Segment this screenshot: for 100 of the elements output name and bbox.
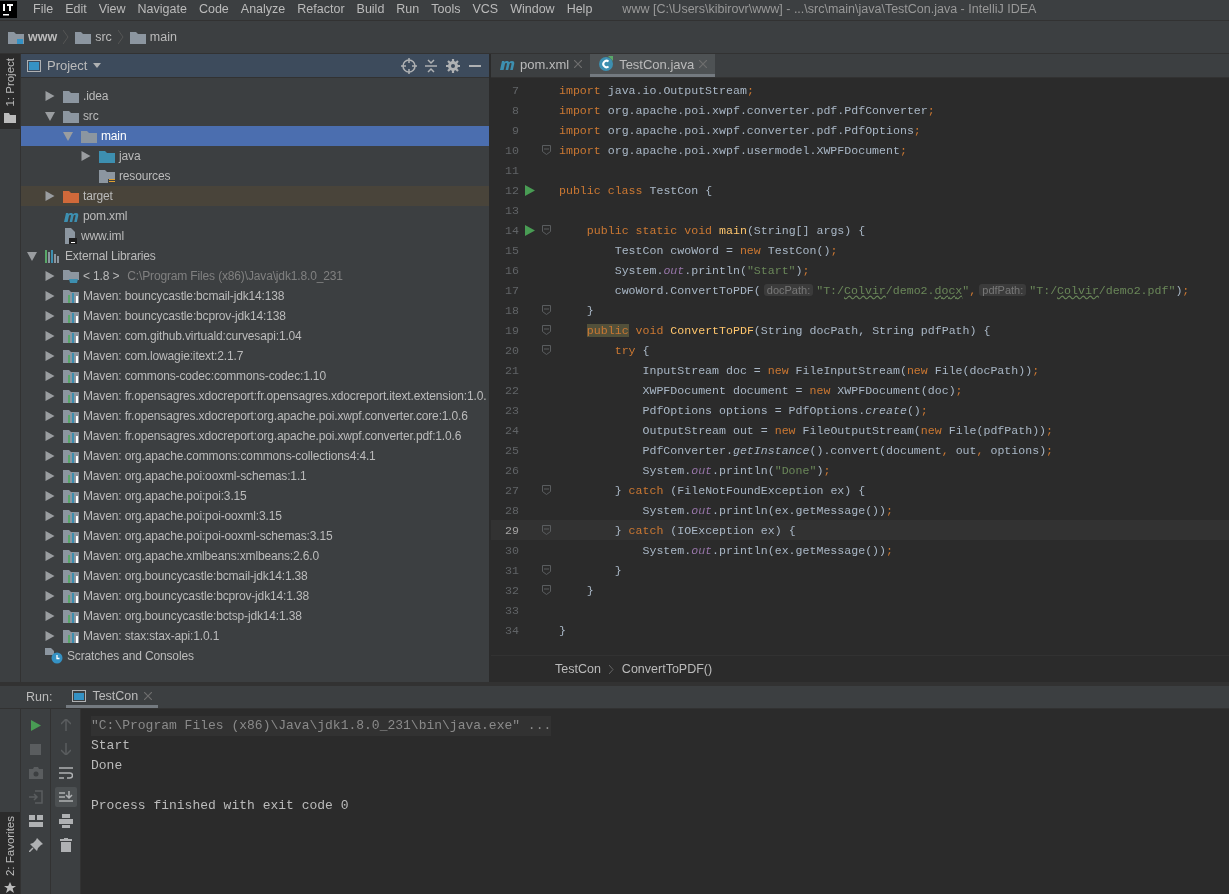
menu-item[interactable]: VCS (466, 0, 505, 18)
tree-item[interactable]: www.iml (21, 226, 489, 246)
fold-marker-icon[interactable] (541, 325, 551, 335)
tree-item[interactable]: Maven: org.bouncycastle:bcprov-jdk14:1.38 (21, 586, 489, 606)
collapsed-arrow-icon[interactable] (45, 531, 55, 541)
collapsed-arrow-icon[interactable] (45, 391, 55, 401)
menu-item[interactable]: Refactor (291, 0, 351, 18)
menu-item[interactable]: Tools (425, 0, 467, 18)
layout-icon[interactable] (28, 815, 43, 827)
collapsed-arrow-icon[interactable] (45, 291, 55, 301)
menu-item[interactable]: Help (560, 0, 599, 18)
collapsed-arrow-icon[interactable] (45, 471, 55, 481)
expanded-arrow-icon[interactable] (27, 251, 37, 261)
tree-item[interactable]: Maven: org.bouncycastle:bcmail-jdk14:1.38 (21, 566, 489, 586)
breadcrumb[interactable]: src (75, 30, 112, 44)
menu-item[interactable]: Window (504, 0, 561, 18)
settings-icon[interactable] (445, 57, 461, 74)
tree-item[interactable]: External Libraries (21, 246, 489, 266)
tree-item[interactable]: Maven: commons-codec:commons-codec:1.10 (21, 366, 489, 386)
menu-item[interactable]: Code (192, 0, 235, 18)
menu-item[interactable]: View (92, 0, 132, 18)
run-icon[interactable] (525, 184, 535, 196)
tree-item[interactable]: Maven: org.apache.poi:poi-ooxml-schemas:3.15 (21, 526, 489, 546)
menu-item[interactable]: Edit (59, 0, 93, 18)
collapsed-arrow-icon[interactable] (45, 431, 55, 441)
tree-item[interactable]: Maven: bouncycastle:bcprov-jdk14:138 (21, 306, 489, 326)
collapsed-arrow-icon[interactable] (45, 311, 55, 321)
collapsed-arrow-icon[interactable] (45, 411, 55, 421)
menu-item[interactable]: Run (390, 0, 426, 18)
collapsed-arrow-icon[interactable] (45, 611, 55, 621)
tree-item[interactable]: < 1.8 > C:\Program Files (x86)\Java\jdk1.8.0_231 (21, 266, 489, 286)
soft-wrap-icon[interactable] (58, 767, 73, 779)
fold-marker-icon[interactable] (541, 585, 551, 595)
tree-item[interactable]: src (21, 106, 489, 126)
tree-item[interactable]: resources (21, 166, 489, 186)
collapsed-arrow-icon[interactable] (81, 151, 91, 161)
library-icon (63, 309, 79, 323)
collapsed-arrow-icon[interactable] (45, 551, 55, 561)
menu-item[interactable]: Navigate (131, 0, 193, 18)
collapsed-arrow-icon[interactable] (45, 271, 55, 281)
tree-item[interactable]: Maven: org.apache.commons:commons-collections4:4.1 (21, 446, 489, 466)
fold-marker-icon[interactable] (541, 225, 551, 235)
collapsed-arrow-icon[interactable] (45, 191, 55, 201)
fold-marker-icon[interactable] (541, 485, 551, 495)
tree-item[interactable]: Maven: fr.opensagres.xdocreport:org.apache.poi.xwpf.converter.core:1.0.6 (21, 406, 489, 426)
fold-marker-icon[interactable] (541, 565, 551, 575)
tree-item[interactable]: Maven: com.lowagie:itext:2.1.7 (21, 346, 489, 366)
tree-item[interactable]: Maven: stax:stax-api:1.0.1 (21, 626, 489, 646)
breadcrumb[interactable]: www (8, 30, 58, 44)
tree-item[interactable]: Maven: fr.opensagres.xdocreport:org.apache.poi.xwpf.converter.pdf:1.0.6 (21, 426, 489, 446)
tree-item[interactable]: Maven: org.apache.poi:poi-ooxml:3.15 (21, 506, 489, 526)
menu-item[interactable]: Build (350, 0, 391, 18)
collapsed-arrow-icon[interactable] (45, 91, 55, 101)
close-icon[interactable] (574, 60, 583, 68)
run-icon[interactable] (525, 224, 535, 236)
menu-item[interactable]: Analyze (234, 0, 292, 18)
collapsed-arrow-icon[interactable] (45, 571, 55, 581)
tree-item[interactable]: .idea (21, 86, 489, 106)
breadcrumb[interactable]: main (129, 30, 177, 44)
breadcrumb[interactable]: TestCon (555, 662, 601, 676)
tree-item[interactable]: Maven: org.apache.poi:ooxml-schemas:1.1 (21, 466, 489, 486)
favorites-tool-button[interactable]: 2: Favorites (0, 811, 20, 894)
trash-icon[interactable] (59, 838, 72, 852)
close-icon[interactable] (144, 691, 153, 700)
project-tool-button[interactable]: 1: Project (0, 54, 20, 129)
breadcrumb[interactable]: ConvertToPDF() (621, 662, 713, 676)
fold-marker-icon[interactable] (541, 145, 551, 155)
tree-item[interactable]: Maven: bouncycastle:bcmail-jdk14:138 (21, 286, 489, 306)
collapsed-arrow-icon[interactable] (45, 591, 55, 601)
collapsed-arrow-icon[interactable] (45, 451, 55, 461)
tree-item[interactable]: pom.xml (21, 206, 489, 226)
collapse-all-icon[interactable] (423, 57, 439, 74)
tree-item[interactable]: Maven: com.github.virtuald:curvesapi:1.04 (21, 326, 489, 346)
tree-item[interactable]: Maven: org.bouncycastle:bctsp-jdk14:1.38 (21, 606, 489, 626)
tree-item[interactable]: Scratches and Consoles (21, 646, 489, 666)
print-icon[interactable] (58, 814, 73, 828)
fold-marker-icon[interactable] (541, 525, 551, 535)
collapsed-arrow-icon[interactable] (45, 331, 55, 341)
tree-item[interactable]: target (21, 186, 489, 206)
menu-item[interactable]: File (27, 0, 60, 18)
expanded-arrow-icon[interactable] (45, 111, 55, 121)
editor-tab[interactable]: pom.xml (491, 54, 591, 77)
collapsed-arrow-icon[interactable] (45, 491, 55, 501)
collapsed-arrow-icon[interactable] (45, 351, 55, 361)
fold-marker-icon[interactable] (541, 305, 551, 315)
tree-item[interactable]: main (21, 126, 489, 146)
collapsed-arrow-icon[interactable] (45, 631, 55, 641)
editor-tab[interactable]: TestCon.java (590, 54, 716, 77)
collapsed-arrow-icon[interactable] (45, 511, 55, 521)
pin-icon[interactable] (28, 838, 43, 852)
fold-marker-icon[interactable] (541, 345, 551, 355)
collapsed-arrow-icon[interactable] (45, 371, 55, 381)
tree-item[interactable]: java (21, 146, 489, 166)
tree-item[interactable]: Maven: fr.opensagres.xdocreport:fr.opensagres.xdocreport.itext.extension:1.0. (21, 386, 489, 406)
tree-item[interactable]: Maven: org.apache.poi:poi:3.15 (21, 486, 489, 506)
project-view-selector[interactable]: Project (27, 58, 102, 73)
locate-icon[interactable] (401, 57, 417, 74)
tree-item[interactable]: Maven: org.apache.xmlbeans:xmlbeans:2.6.0 (21, 546, 489, 566)
code-keyword: ; (746, 83, 754, 97)
run-icon[interactable] (30, 719, 41, 731)
